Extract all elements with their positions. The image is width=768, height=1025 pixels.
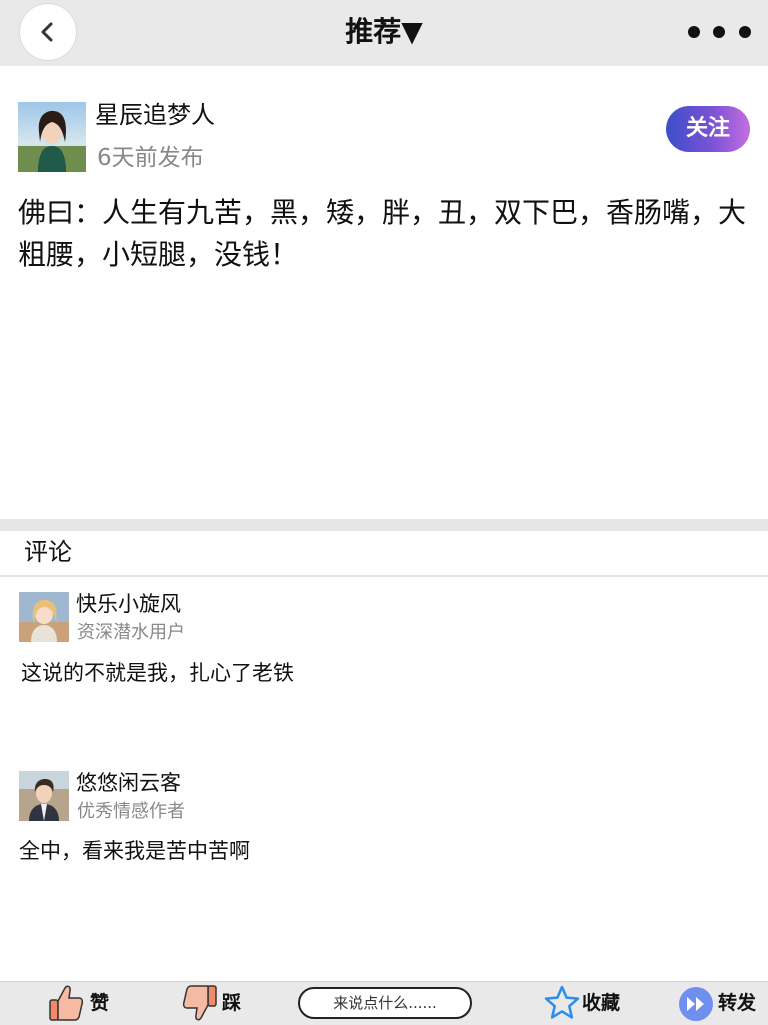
- thumbs-up-icon: [49, 985, 84, 1021]
- share-label: 转发: [718, 992, 757, 1014]
- like-label: 赞: [90, 992, 110, 1014]
- share-button[interactable]: 转发: [678, 982, 760, 1025]
- author-avatar-image: [18, 102, 86, 172]
- favorite-label: 收藏: [582, 992, 621, 1014]
- chevron-left-icon: [41, 22, 53, 42]
- commenter-title: 资深潜水用户: [77, 622, 185, 643]
- commenter-avatar-image: [19, 592, 69, 642]
- forward-icon: [679, 987, 713, 1021]
- author-avatar[interactable]: [18, 102, 86, 172]
- like-button[interactable]: 赞: [46, 982, 116, 1025]
- more-dots-icon: [713, 26, 725, 38]
- follow-button[interactable]: 关注: [666, 106, 750, 152]
- favorite-button[interactable]: 收藏: [544, 982, 624, 1025]
- back-button[interactable]: [20, 4, 76, 60]
- feed-selector-title[interactable]: 推荐▼: [345, 12, 423, 52]
- comment-input[interactable]: 来说点什么......: [298, 987, 472, 1019]
- section-divider: [0, 519, 768, 531]
- star-icon: [544, 985, 580, 1019]
- divider: [0, 575, 768, 577]
- commenter-avatar[interactable]: [19, 771, 69, 821]
- thumbs-down-icon: [182, 985, 217, 1021]
- more-dots-icon: [688, 26, 700, 38]
- comment-text: 全中，看来我是苦中苦啊: [19, 839, 250, 863]
- commenter-name[interactable]: 快乐小旋风: [76, 589, 181, 619]
- more-options-button[interactable]: [688, 18, 754, 46]
- commenter-avatar-image: [19, 771, 69, 821]
- post-timestamp: 6天前发布: [97, 145, 204, 171]
- more-dots-icon: [739, 26, 751, 38]
- post-content: 佛曰：人生有九苦，黑，矮，胖，丑，双下巴，香肠嘴，大粗腰，小短腿，没钱！: [18, 196, 747, 271]
- commenter-title: 优秀情感作者: [77, 801, 185, 822]
- author-name[interactable]: 星辰追梦人: [95, 98, 215, 132]
- commenter-name[interactable]: 悠悠闲云客: [76, 768, 181, 798]
- dislike-button[interactable]: 踩: [180, 982, 250, 1025]
- commenter-avatar[interactable]: [19, 592, 69, 642]
- dislike-label: 踩: [222, 992, 242, 1014]
- comment-text: 这说的不就是我，扎心了老铁: [21, 661, 294, 685]
- comments-heading: 评论: [24, 538, 72, 566]
- top-bar: 推荐▼: [0, 0, 768, 66]
